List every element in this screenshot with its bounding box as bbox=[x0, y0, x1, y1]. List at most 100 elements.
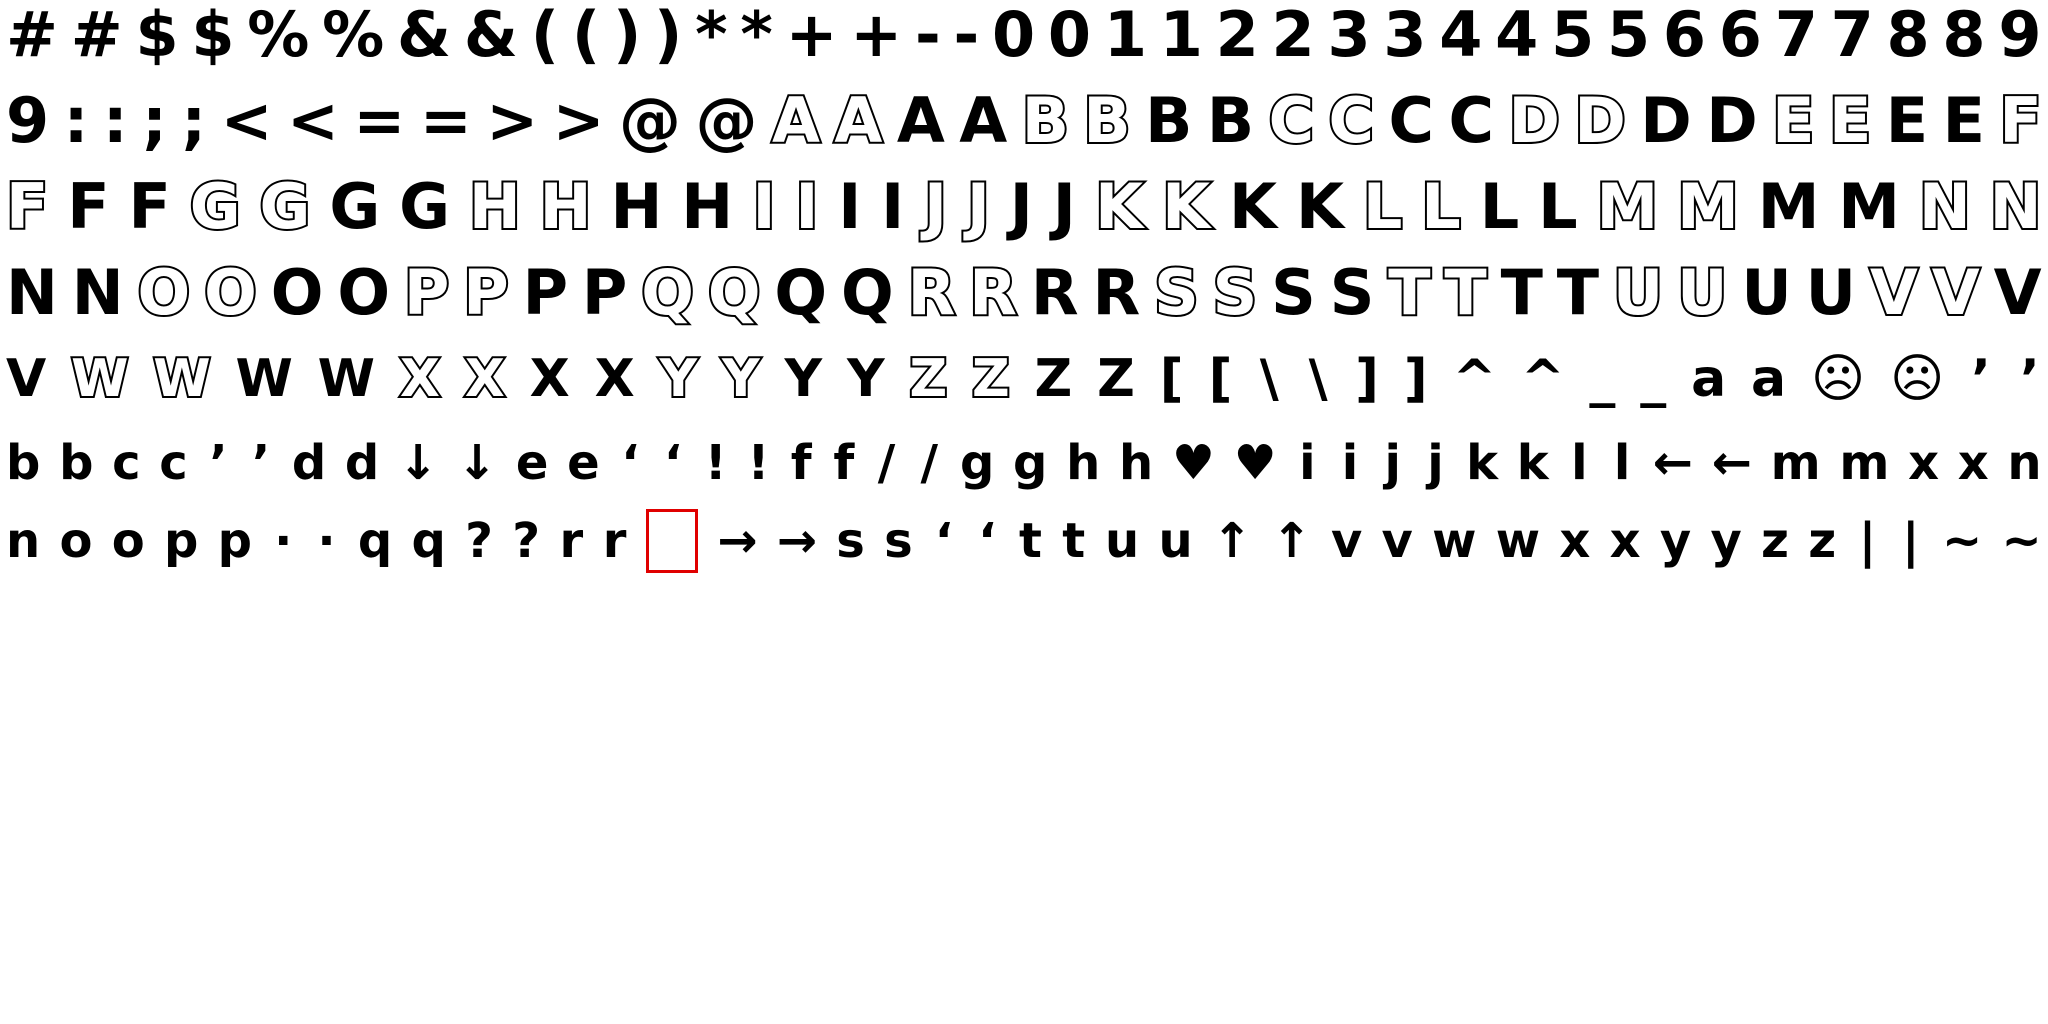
glyph: B bbox=[1206, 84, 1255, 157]
glyph: ‘ bbox=[934, 513, 954, 569]
glyph: w bbox=[1495, 513, 1541, 569]
glyph: Y bbox=[720, 349, 762, 409]
glyph: X bbox=[463, 349, 507, 409]
glyph: 7 bbox=[1774, 0, 1818, 71]
glyph: G bbox=[329, 170, 381, 243]
glyph: V bbox=[1930, 256, 1982, 329]
glyph: J bbox=[1009, 170, 1033, 243]
glyph: m bbox=[1839, 435, 1890, 491]
glyph: J bbox=[1052, 170, 1076, 243]
glyph: ! bbox=[704, 435, 727, 491]
glyph: ; bbox=[142, 84, 167, 157]
glyph: a bbox=[1691, 349, 1727, 409]
glyph: O bbox=[270, 256, 324, 329]
glyph: v bbox=[1381, 513, 1413, 569]
glyph: P bbox=[522, 256, 569, 329]
glyph-row: # # $ $%% & &(()) * * + + - -0 0 1 1 2 2 3 3 4 4 5 5 6 6 7 7 8 8 9 bbox=[0, 0, 2048, 78]
glyph: r bbox=[602, 513, 627, 569]
glyph: V bbox=[1993, 256, 2042, 329]
glyph: & bbox=[397, 0, 452, 71]
glyph: \ bbox=[1308, 349, 1328, 409]
glyph: C bbox=[1327, 84, 1376, 157]
glyph-sheet: # # $ $%% & &(()) * * + + - -0 0 1 1 2 2 3 3 4 4 5 5 6 6 7 7 8 8 9 9::… bbox=[0, 0, 2048, 600]
glyph: z bbox=[1808, 513, 1837, 569]
glyph: N bbox=[1917, 170, 1973, 243]
glyph: b bbox=[6, 435, 41, 491]
glyph: 1 bbox=[1159, 0, 1203, 71]
glyph: N bbox=[1988, 170, 2044, 243]
glyph: Z bbox=[1097, 349, 1135, 409]
glyph: z bbox=[1761, 513, 1789, 569]
glyph: D bbox=[1572, 84, 1628, 157]
glyph: k bbox=[1466, 435, 1499, 491]
glyph: N bbox=[71, 256, 124, 329]
glyph: H bbox=[610, 170, 663, 243]
glyph: G bbox=[258, 170, 313, 243]
glyph: T bbox=[1556, 256, 1600, 329]
glyph: > bbox=[552, 84, 605, 157]
glyph: [ bbox=[1159, 349, 1184, 409]
glyph: A bbox=[770, 84, 822, 157]
glyph: E bbox=[1885, 84, 1929, 157]
glyph: % bbox=[322, 0, 385, 71]
glyph: ‘ bbox=[663, 435, 683, 491]
glyph: : bbox=[102, 84, 128, 157]
glyph: t bbox=[1062, 513, 1086, 569]
glyph: p bbox=[163, 513, 199, 569]
glyph: ? bbox=[512, 513, 541, 569]
glyph: S bbox=[1329, 256, 1375, 329]
glyph: d bbox=[291, 435, 327, 491]
glyph: W bbox=[151, 349, 212, 409]
glyph: ← bbox=[1652, 435, 1693, 491]
glyph: ~ bbox=[1942, 513, 1983, 569]
glyph: L bbox=[1538, 170, 1578, 243]
glyph: ’ bbox=[2019, 349, 2040, 409]
glyph: = bbox=[353, 84, 406, 157]
glyph: < bbox=[287, 84, 339, 157]
glyph: ← bbox=[1711, 435, 1752, 491]
glyph: l bbox=[1613, 435, 1631, 491]
glyph: n bbox=[2007, 435, 2042, 491]
glyph: i bbox=[1299, 435, 1316, 491]
glyph: 0 bbox=[992, 0, 1036, 71]
glyph: b bbox=[59, 435, 94, 491]
glyph: B bbox=[1145, 84, 1193, 157]
glyph: ; bbox=[181, 84, 207, 157]
glyph: M bbox=[1838, 170, 1900, 243]
glyph: + bbox=[785, 0, 838, 71]
glyph: F bbox=[4, 170, 50, 243]
glyph: E bbox=[1942, 84, 1985, 157]
glyph: 4 bbox=[1439, 0, 1483, 71]
glyph: → bbox=[717, 513, 758, 569]
glyph: I bbox=[750, 170, 777, 243]
glyph: / bbox=[877, 435, 896, 491]
glyph: I bbox=[838, 170, 862, 243]
glyph: : bbox=[63, 84, 89, 157]
glyph: Y bbox=[846, 349, 885, 409]
glyph: 9 bbox=[1998, 0, 2042, 71]
glyph: 5 bbox=[1551, 0, 1595, 71]
glyph: ] bbox=[1355, 349, 1379, 409]
glyph: G bbox=[188, 170, 243, 243]
glyph: x bbox=[1609, 513, 1641, 569]
glyph: # bbox=[6, 0, 58, 71]
glyph: U bbox=[1611, 256, 1665, 329]
glyph: K bbox=[1295, 170, 1344, 243]
glyph: M bbox=[1595, 170, 1661, 243]
glyph: U bbox=[1675, 256, 1729, 329]
glyph: E bbox=[1827, 84, 1873, 157]
glyph: ↓ bbox=[397, 435, 439, 491]
glyph: N bbox=[6, 256, 58, 329]
glyph: Y bbox=[658, 349, 700, 409]
glyph: R bbox=[906, 256, 958, 329]
glyph: S bbox=[1271, 256, 1316, 329]
glyph: A bbox=[959, 84, 1008, 157]
missing-glyph-box bbox=[645, 509, 698, 573]
glyph: · bbox=[317, 513, 336, 569]
glyph: j bbox=[1427, 435, 1444, 491]
glyph: h bbox=[1118, 435, 1154, 491]
glyph: | bbox=[1858, 513, 1877, 569]
glyph: P bbox=[402, 256, 451, 329]
glyph: A bbox=[832, 84, 884, 157]
glyph: < bbox=[220, 84, 273, 157]
